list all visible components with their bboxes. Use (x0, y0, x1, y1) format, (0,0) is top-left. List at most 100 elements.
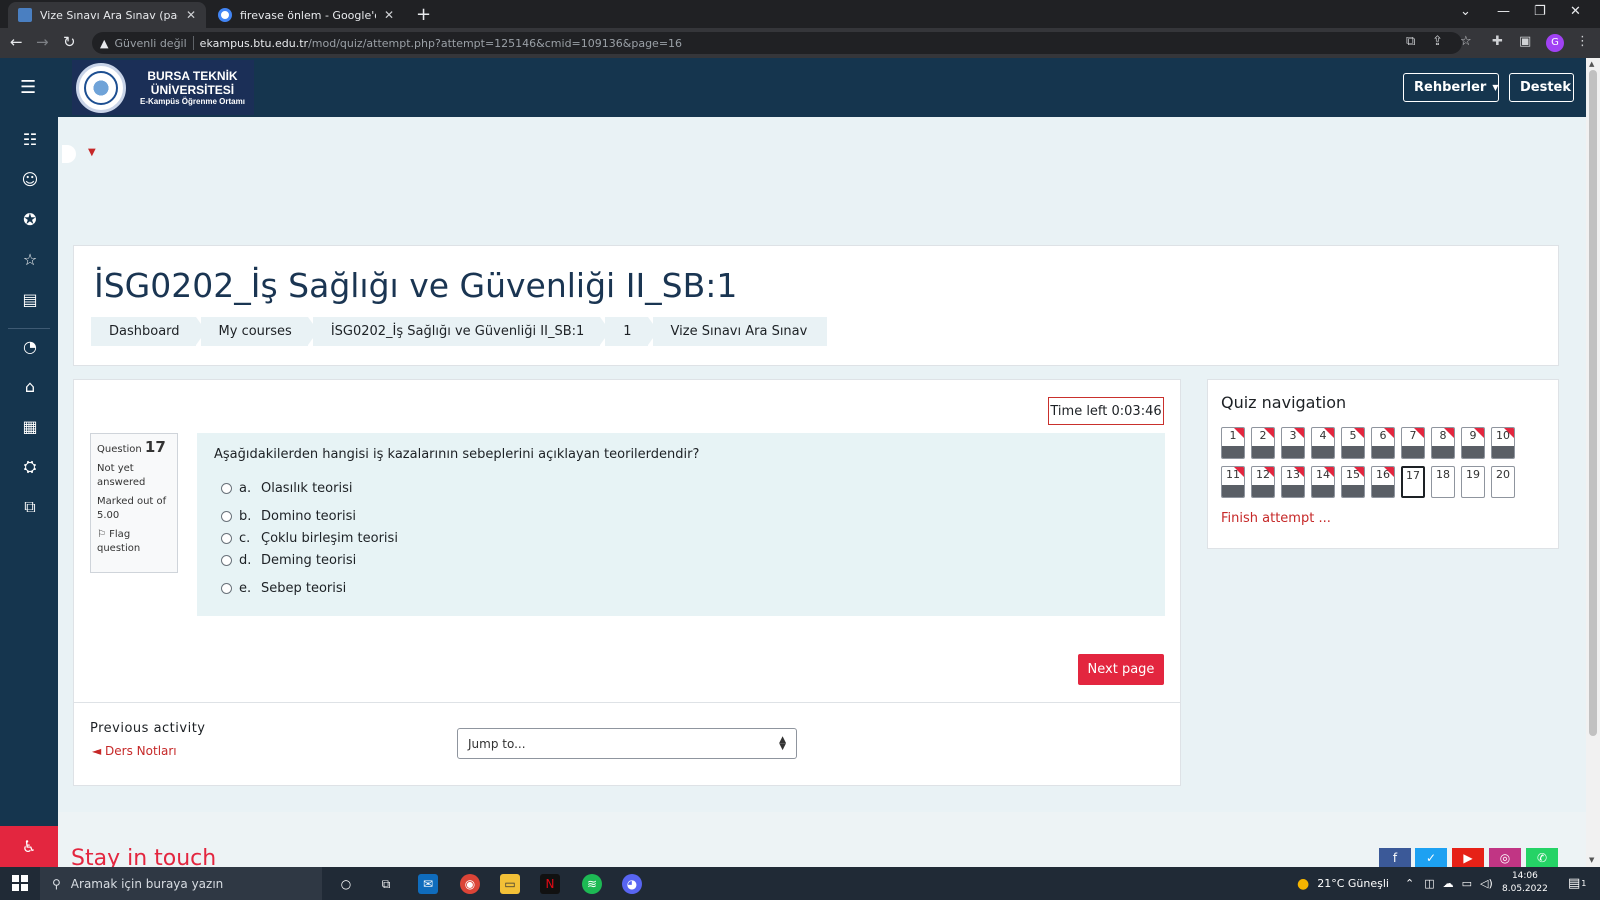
quiz-nav-question-button[interactable]: 10 (1491, 427, 1515, 459)
taskbar-clock[interactable]: 14:06 8.05.2022 (1502, 870, 1548, 896)
quiz-nav-question-button[interactable]: 1 (1221, 427, 1245, 459)
system-tray[interactable]: ⌃ ◫ ☁ ▭ ◁) (1405, 867, 1493, 900)
answer-radio[interactable] (221, 583, 232, 594)
forward-icon[interactable]: → (36, 33, 49, 51)
netflix-icon[interactable]: N (540, 874, 560, 894)
answer-option[interactable]: a. Olasılık teorisi (221, 481, 352, 496)
page-scrollbar[interactable]: ▲ ▼ (1586, 58, 1600, 867)
restore-icon[interactable]: ❐ (1534, 4, 1546, 19)
menu-kebab-icon[interactable]: ⋮ (1576, 34, 1589, 49)
answer-option[interactable]: d. Deming teorisi (221, 553, 356, 568)
new-tab-button[interactable]: + (416, 4, 431, 25)
quiz-nav-question-button[interactable]: 13 (1281, 466, 1305, 498)
chrome-icon[interactable]: ◉ (460, 874, 480, 894)
dashboard-gauge-icon[interactable]: ◔ (21, 337, 39, 356)
breadcrumb-item[interactable]: My courses (200, 317, 319, 346)
guides-dropdown-button[interactable]: Rehberler ▼ (1403, 73, 1499, 102)
youtube-icon[interactable]: ▶ (1452, 848, 1484, 868)
jump-to-select[interactable]: Jump to... ▲ ▼ (457, 728, 797, 759)
university-logo[interactable]: BURSA TEKNİK ÜNİVERSİTESİ E-Kampüs Öğren… (72, 60, 254, 115)
browser-tab-google[interactable]: firevase önlem - Google'da Ara ✕ (208, 2, 404, 28)
quiz-nav-question-button[interactable]: 2 (1251, 427, 1275, 459)
scroll-up-icon[interactable]: ▲ (1589, 60, 1594, 68)
competencies-star-icon[interactable]: ☆ (21, 250, 39, 269)
quiz-nav-question-button[interactable]: 20 (1491, 466, 1515, 498)
answer-option[interactable]: c. Çoklu birleşim teorisi (221, 531, 398, 546)
quiz-nav-question-button[interactable]: 6 (1371, 427, 1395, 459)
quiz-nav-question-button[interactable]: 4 (1311, 427, 1335, 459)
back-icon[interactable]: ← (10, 33, 23, 51)
reload-icon[interactable]: ↻ (63, 33, 76, 51)
participants-icon[interactable]: ☺ (21, 170, 39, 189)
volume-icon[interactable]: ◁) (1480, 877, 1493, 890)
quiz-nav-question-button[interactable]: 15 (1341, 466, 1365, 498)
address-bar[interactable]: ▲ Güvenli değil ekampus.btu.edu.tr /mod/… (92, 32, 1462, 54)
close-tab-icon[interactable]: ✕ (384, 8, 394, 22)
grades-book-icon[interactable]: ▤ (21, 290, 39, 309)
instagram-icon[interactable]: ◎ (1489, 848, 1521, 868)
content-bank-icon[interactable]: ⧉ (21, 497, 39, 517)
notification-center-icon[interactable]: ▤ 1 (1568, 867, 1586, 900)
minimize-icon[interactable]: — (1497, 4, 1510, 19)
user-avatar[interactable] (62, 145, 76, 163)
translate-icon[interactable]: ⧉ (1406, 34, 1415, 49)
answer-option[interactable]: e. Sebep teorisi (221, 581, 346, 596)
profile-avatar[interactable]: G (1546, 34, 1564, 52)
answer-radio[interactable] (221, 483, 232, 494)
whatsapp-icon[interactable]: ✆ (1526, 848, 1558, 868)
previous-activity-link[interactable]: ◄ Ders Notları (92, 744, 177, 758)
flag-question-link[interactable]: ⚐ Flag question (97, 528, 171, 556)
mail-icon[interactable]: ✉ (418, 874, 438, 894)
quiz-nav-question-button[interactable]: 14 (1311, 466, 1335, 498)
twitter-icon[interactable]: ✓ (1415, 848, 1447, 868)
finish-attempt-link[interactable]: Finish attempt ... (1221, 511, 1331, 526)
answer-radio[interactable] (221, 533, 232, 544)
answer-radio[interactable] (221, 555, 232, 566)
share-icon[interactable]: ⇪ (1432, 34, 1443, 49)
network-icon[interactable]: ▭ (1462, 877, 1472, 890)
tray-chevron-icon[interactable]: ⌃ (1405, 877, 1414, 890)
weather-widget[interactable]: ● 21°C Güneşli (1297, 867, 1389, 900)
quiz-nav-question-button[interactable]: 11 (1221, 466, 1245, 498)
breadcrumb-item[interactable]: İSG0202_İş Sağlığı ve Güvenliği II_SB:1 (312, 317, 611, 346)
spotify-icon[interactable]: ≋ (582, 874, 602, 894)
quiz-nav-question-button[interactable]: 12 (1251, 466, 1275, 498)
quiz-nav-question-button[interactable]: 18 (1431, 466, 1455, 498)
calendar-icon[interactable]: ▦ (21, 417, 39, 436)
hamburger-menu-icon[interactable]: ☰ (20, 77, 36, 98)
breadcrumb-item[interactable]: 1 (605, 317, 658, 346)
bookmark-star-icon[interactable]: ☆ (1460, 34, 1472, 49)
list-icon[interactable]: ☷ (21, 130, 39, 149)
side-panel-icon[interactable]: ▣ (1519, 34, 1531, 49)
windows-start-icon[interactable] (12, 875, 28, 891)
extensions-icon[interactable]: ✚ (1492, 34, 1503, 49)
quiz-nav-question-button[interactable]: 17 (1401, 466, 1425, 498)
home-icon[interactable]: ⌂ (21, 377, 39, 396)
quiz-nav-question-button[interactable]: 3 (1281, 427, 1305, 459)
quiz-nav-question-button[interactable]: 16 (1371, 466, 1395, 498)
onedrive-cloud-icon[interactable]: ☁ (1443, 877, 1454, 890)
answer-radio[interactable] (221, 511, 232, 522)
close-tab-icon[interactable]: ✕ (186, 8, 196, 22)
quiz-nav-question-button[interactable]: 5 (1341, 427, 1365, 459)
scrollbar-thumb[interactable] (1589, 70, 1597, 736)
breadcrumb-item[interactable]: Vize Sınavı Ara Sınav (652, 317, 828, 346)
browser-tab-quiz[interactable]: Vize Sınavı Ara Sınav (page 17 of ✕ (8, 2, 206, 28)
quiz-nav-question-button[interactable]: 8 (1431, 427, 1455, 459)
answer-option[interactable]: b. Domino teorisi (221, 509, 356, 524)
taskbar-search[interactable]: ⚲ Aramak için buraya yazın (40, 867, 322, 900)
task-view-icon[interactable]: ⧉ (376, 874, 396, 894)
quiz-nav-question-button[interactable]: 9 (1461, 427, 1485, 459)
accessibility-icon[interactable]: ♿ (0, 826, 58, 868)
badges-icon[interactable]: ✪ (21, 210, 39, 229)
file-explorer-icon[interactable]: ▭ (500, 874, 520, 894)
tray-device-icon[interactable]: ◫ (1424, 877, 1434, 890)
next-page-button[interactable]: Next page (1078, 654, 1164, 685)
user-menu-caret-icon[interactable]: ▼ (88, 147, 96, 158)
graduation-cap-icon[interactable]: ⛭ (21, 457, 39, 477)
quiz-nav-question-button[interactable]: 19 (1461, 466, 1485, 498)
cortana-icon[interactable]: ○ (336, 874, 356, 894)
tab-search-icon[interactable]: ⌄ (1460, 4, 1471, 19)
quiz-nav-question-button[interactable]: 7 (1401, 427, 1425, 459)
discord-icon[interactable]: ◕ (622, 874, 642, 894)
